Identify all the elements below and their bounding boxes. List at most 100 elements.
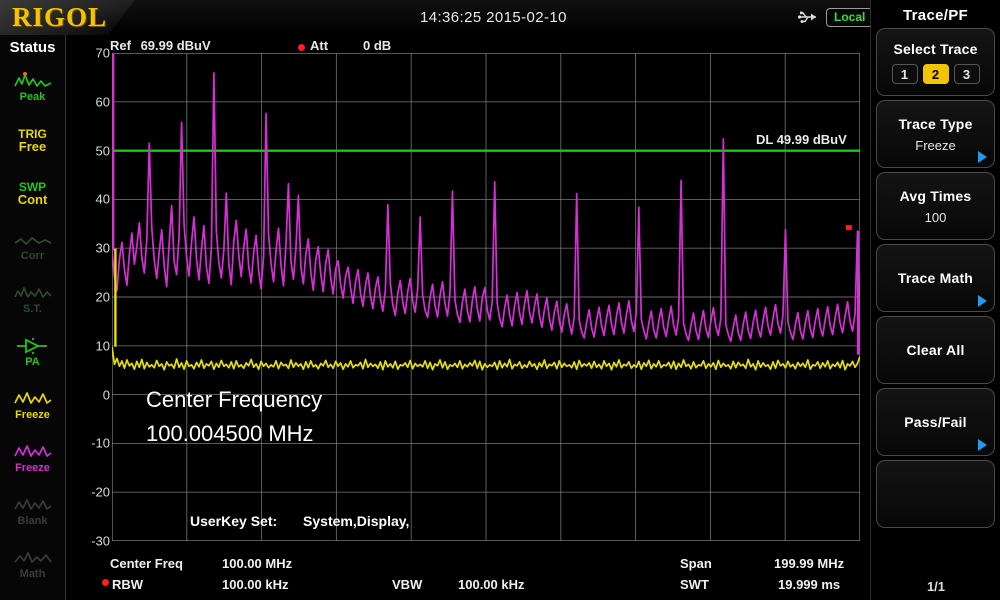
peak-wave-icon <box>13 71 53 91</box>
brand-logo-container: RIGOL <box>0 0 135 35</box>
corr-wave-icon <box>13 230 53 250</box>
y-axis-tick-50: 50 <box>70 143 110 158</box>
status-item-label: Cont <box>18 194 48 205</box>
span-value: 199.99 MHz <box>774 556 844 571</box>
status-sidebar: Status PeakTRIGFreeSWPContCorrS.T.PAFree… <box>0 35 66 600</box>
freeze-wave-icon <box>13 442 53 462</box>
menu-item-avg-times[interactable]: Avg Times 100 <box>876 172 995 240</box>
menu-item-value: 100 <box>925 210 947 225</box>
attenuation-label: Att <box>310 38 328 53</box>
center-frequency-overlay: Center Frequency 100.004500 MHz <box>146 383 322 451</box>
usb-icon <box>798 10 820 24</box>
y-axis-tick-30: 30 <box>70 241 110 256</box>
status-item-label: Corr <box>21 251 44 262</box>
ref-label: Ref <box>110 38 131 53</box>
menu-title: Trace/PF <box>871 0 1000 24</box>
status-item-label: PA <box>25 357 39 368</box>
ref-value: 69.99 dBuV <box>141 38 211 53</box>
status-item-label: Freeze <box>15 463 50 474</box>
math-wave-icon <box>13 548 53 568</box>
userkey-value: System,Display, <box>303 513 409 529</box>
trace-option-3[interactable]: 3 <box>954 64 980 84</box>
status-item-trig: TRIGFree <box>0 113 65 166</box>
center-frequency-value: 100.004500 MHz <box>146 417 322 451</box>
menu-item-label: Trace Type <box>898 116 972 132</box>
status-item-freeze: Freeze <box>0 431 65 484</box>
rigol-logo: RIGOL <box>12 2 107 33</box>
status-item-corr: Corr <box>0 219 65 272</box>
menu-item-label: Select Trace <box>893 41 977 57</box>
menu-item-value: Freeze <box>915 138 955 153</box>
status-item-top-label: TRIG <box>18 129 47 140</box>
userkey-label: UserKey Set: <box>190 513 277 529</box>
menu-page-indicator: 1/1 <box>871 579 1000 594</box>
y-axis-tick-70: 70 <box>70 46 110 61</box>
trace-option-2[interactable]: 2 <box>923 64 949 84</box>
submenu-arrow-icon <box>978 439 987 451</box>
status-item-peak: Peak <box>0 60 65 113</box>
y-axis-tick-60: 60 <box>70 94 110 109</box>
rbw-status-dot <box>102 579 109 586</box>
userkey-set-overlay: UserKey Set: System,Display, <box>190 513 409 529</box>
spectrum-analyzer-screen: RIGOL 14:36:25 2015-02-10 Local Status P… <box>0 0 1000 600</box>
center-frequency-title: Center Frequency <box>146 383 322 417</box>
menu-item-trace-type[interactable]: Trace Type Freeze <box>876 100 995 168</box>
y-axis-tick-neg20: -20 <box>70 485 110 500</box>
y-axis-tick-neg10: -10 <box>70 436 110 451</box>
vbw-value: 100.00 kHz <box>458 577 525 592</box>
menu-item-pass-fail[interactable]: Pass/Fail <box>876 388 995 456</box>
status-item-label: Math <box>20 569 46 580</box>
menu-item-label: Clear All <box>906 342 964 358</box>
center-freq-label: Center Freq <box>110 556 183 571</box>
st-wave-icon <box>13 283 53 303</box>
attenuation-status-dot <box>298 44 305 51</box>
rbw-value: 100.00 kHz <box>222 577 289 592</box>
y-axis-tick-neg30: -30 <box>70 534 110 549</box>
menu-item-label: Trace Math <box>898 270 973 286</box>
menu-item-label: Pass/Fail <box>904 414 967 430</box>
attenuation-value: 0 dB <box>363 38 391 53</box>
center-freq-value: 100.00 MHz <box>222 556 292 571</box>
menu-item-select-trace[interactable]: Select Trace 123 <box>876 28 995 96</box>
y-axis-tick-20: 20 <box>70 290 110 305</box>
status-sidebar-title: Status <box>0 35 65 60</box>
swt-value: 19.999 ms <box>778 577 840 592</box>
datetime-display: 14:36:25 2015-02-10 <box>420 9 567 26</box>
status-item-label: Freeze <box>15 410 50 421</box>
trace-canvas <box>112 53 860 541</box>
y-axis-tick-40: 40 <box>70 192 110 207</box>
status-item-label: Free <box>19 141 46 152</box>
status-item-s-t-: S.T. <box>0 272 65 325</box>
y-axis-tick-0: 0 <box>70 387 110 402</box>
display-line-label: DL 49.99 dBuV <box>756 132 847 147</box>
status-item-label: Blank <box>18 516 48 527</box>
menu-item-clear-all[interactable]: Clear All <box>876 316 995 384</box>
spectrum-plot-area[interactable]: Ref 69.99 dBuV Att 0 dB 70 60 50 40 30 20 10 0 -… <box>66 35 870 600</box>
local-mode-badge[interactable]: Local <box>826 8 873 27</box>
top-bar: RIGOL 14:36:25 2015-02-10 Local <box>0 0 1000 35</box>
submenu-arrow-icon <box>978 295 987 307</box>
blank-wave-icon <box>13 495 53 515</box>
swt-label: SWT <box>680 577 709 592</box>
y-axis-labels: 706050403020100-10-20-30 <box>66 53 110 541</box>
pa-amp-icon <box>13 336 53 356</box>
trace-option-1[interactable]: 1 <box>892 64 918 84</box>
status-item-pa: PA <box>0 325 65 378</box>
y-axis-tick-10: 10 <box>70 338 110 353</box>
bottom-info-bar: Center Freq 100.00 MHz Span 199.99 MHz R… <box>66 552 870 600</box>
span-label: Span <box>680 556 712 571</box>
status-item-label: Peak <box>20 92 46 103</box>
softkey-menu-panel: Trace/PF Select Trace 123 Trace Type Freeze… <box>870 0 1000 600</box>
trace-select-group: 123 <box>892 64 980 84</box>
status-item-freeze: Freeze <box>0 378 65 431</box>
vbw-label: VBW <box>392 577 422 592</box>
status-item-math: Math <box>0 537 65 590</box>
status-item-swp: SWPCont <box>0 166 65 219</box>
status-item-top-label: SWP <box>19 182 46 193</box>
menu-item-label: Avg Times <box>900 188 972 204</box>
status-item-list: PeakTRIGFreeSWPContCorrS.T.PAFreezeFreez… <box>0 60 65 590</box>
status-item-blank: Blank <box>0 484 65 537</box>
freeze-wave-icon <box>13 389 53 409</box>
menu-item-blank[interactable] <box>876 460 995 528</box>
menu-item-trace-math[interactable]: Trace Math <box>876 244 995 312</box>
